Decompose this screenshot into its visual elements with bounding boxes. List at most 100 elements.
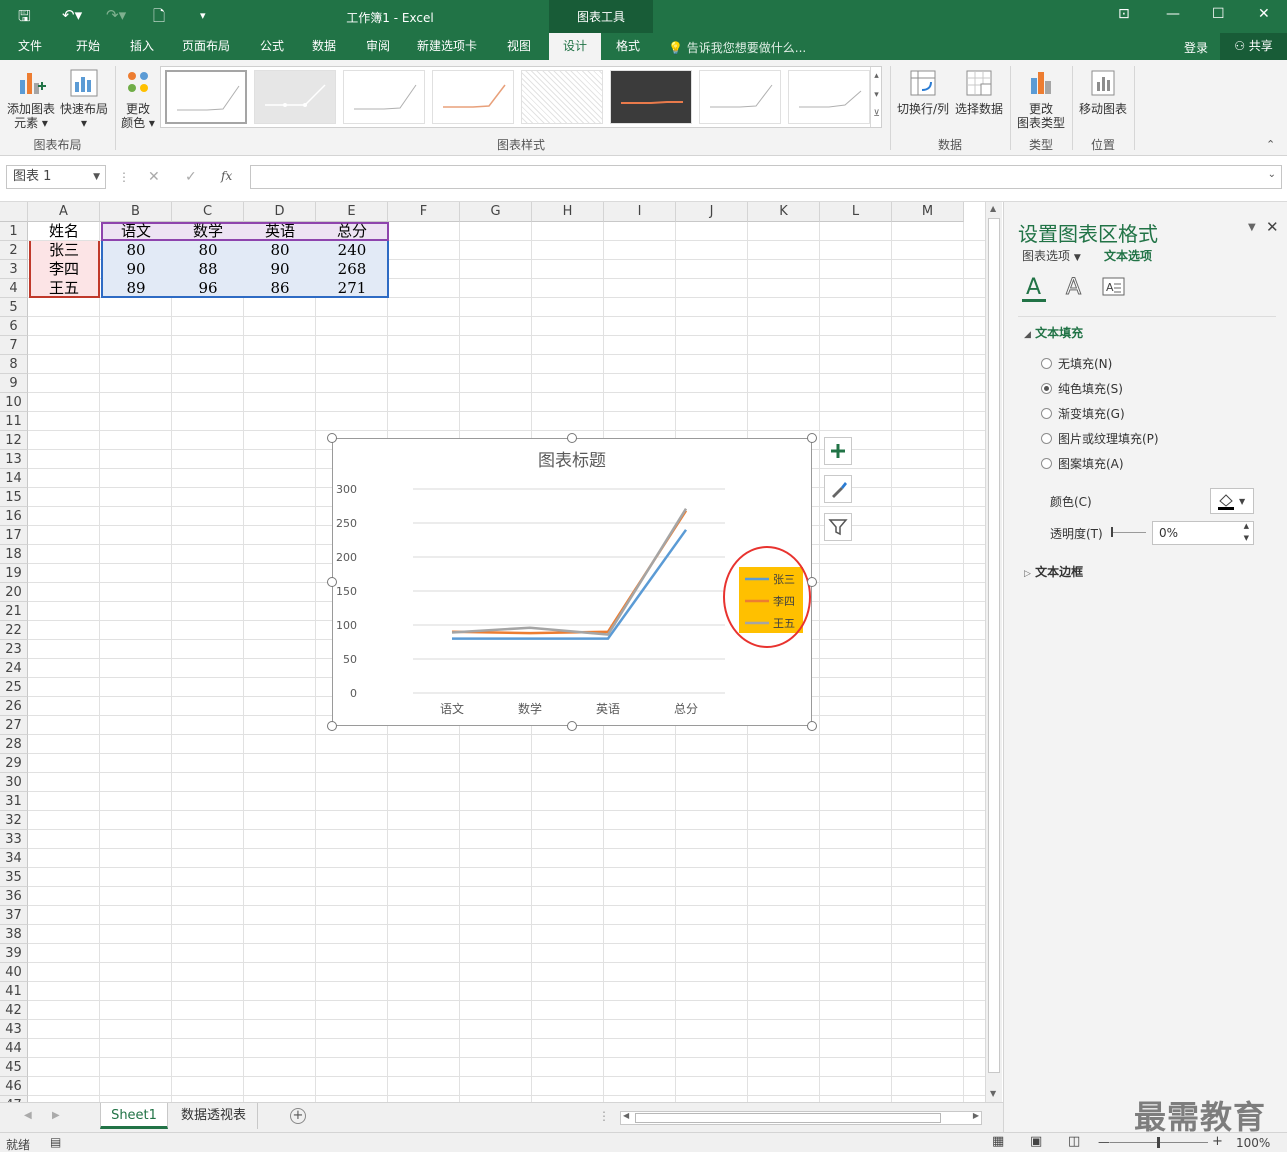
table-cell[interactable]: 80	[100, 241, 172, 260]
row-header[interactable]: 12	[0, 431, 28, 450]
row-header[interactable]: 27	[0, 716, 28, 735]
row-header[interactable]: 34	[0, 849, 28, 868]
chart-elements-button[interactable]	[824, 437, 852, 465]
tab-6[interactable]: 审阅	[364, 33, 392, 60]
resize-handle[interactable]	[327, 433, 337, 443]
row-header[interactable]: 45	[0, 1058, 28, 1077]
row-header[interactable]: 16	[0, 507, 28, 526]
row-header[interactable]: 1	[0, 222, 28, 241]
column-header[interactable]: L	[820, 202, 892, 222]
move-chart-button[interactable]: 移动图表	[1074, 68, 1132, 116]
chart-style-3[interactable]	[343, 70, 425, 124]
close-icon[interactable]: ✕	[1258, 6, 1270, 22]
row-header[interactable]: 14	[0, 469, 28, 488]
tab-0[interactable]: 文件	[16, 33, 44, 60]
table-cell[interactable]: 86	[244, 279, 316, 298]
row-header[interactable]: 6	[0, 317, 28, 336]
chart-style-1[interactable]	[165, 70, 247, 124]
row-header[interactable]: 30	[0, 773, 28, 792]
row-header[interactable]: 24	[0, 659, 28, 678]
chart-style-4[interactable]	[432, 70, 514, 124]
radio-button[interactable]	[1041, 358, 1052, 369]
section-text-fill[interactable]: ◢ 文本填充	[1024, 324, 1083, 341]
row-header[interactable]: 13	[0, 450, 28, 469]
change-colors-button[interactable]: 更改 颜色 ▾	[120, 68, 156, 130]
radio-button[interactable]	[1041, 458, 1052, 469]
fill-option[interactable]: 渐变填充(G)	[1041, 405, 1125, 422]
row-header[interactable]: 43	[0, 1020, 28, 1039]
row-header[interactable]: 26	[0, 697, 28, 716]
row-header[interactable]: 25	[0, 678, 28, 697]
scroll-up-icon[interactable]: ▲	[990, 204, 996, 213]
row-header[interactable]: 3	[0, 260, 28, 279]
row-header[interactable]: 17	[0, 526, 28, 545]
table-cell[interactable]: 90	[244, 260, 316, 279]
tab-10[interactable]: 格式	[608, 33, 648, 60]
line-chart[interactable]: 图表标题 0 50 100 150 200 250 300 语文 数学 英语 总分 张三 李四 王五	[332, 438, 812, 726]
row-header[interactable]: 46	[0, 1077, 28, 1096]
select-all-corner[interactable]	[0, 202, 28, 222]
row-header[interactable]: 35	[0, 868, 28, 887]
fill-option[interactable]: 无填充(N)	[1041, 355, 1112, 372]
row-header[interactable]: 40	[0, 963, 28, 982]
name-box[interactable]: 图表 1 ▼	[6, 165, 106, 189]
scroll-right-icon[interactable]: ▶	[973, 1111, 979, 1120]
table-header-cell[interactable]: 姓名	[28, 222, 100, 241]
expand-formula-icon[interactable]: ⌄	[1268, 169, 1276, 180]
row-header[interactable]: 37	[0, 906, 28, 925]
row-header[interactable]: 2	[0, 241, 28, 260]
quick-layout-button[interactable]: 快速布局 ▾	[58, 68, 110, 130]
chart-styles-button[interactable]	[824, 475, 852, 503]
textbox-tab[interactable]: A	[1102, 276, 1126, 300]
chart-legend[interactable]: 张三李四王五	[739, 567, 803, 633]
resize-handle[interactable]	[807, 721, 817, 731]
add-chart-element-button[interactable]: 添加图表 元素 ▾	[4, 68, 58, 130]
table-cell[interactable]: 90	[100, 260, 172, 279]
column-header[interactable]: M	[892, 202, 964, 222]
row-header[interactable]: 31	[0, 792, 28, 811]
row-header[interactable]: 21	[0, 602, 28, 621]
row-header[interactable]: 33	[0, 830, 28, 849]
tab-text-options[interactable]: 文本选项	[1104, 247, 1152, 264]
share-button[interactable]: ⚇ 共享	[1220, 33, 1287, 60]
insert-function-icon[interactable]: fx	[221, 169, 232, 183]
table-header-cell[interactable]: 语文	[100, 222, 172, 241]
column-header[interactable]: E	[316, 202, 388, 222]
tab-5[interactable]: 数据	[310, 33, 338, 60]
chart-title[interactable]: 图表标题	[538, 451, 606, 471]
fill-option[interactable]: 图案填充(A)	[1041, 455, 1124, 472]
radio-button[interactable]	[1041, 433, 1052, 444]
tell-me-search[interactable]: 💡 告诉我您想要做什么...	[668, 39, 806, 56]
gallery-scroll[interactable]: ▴ ▾ ⊻	[870, 67, 882, 127]
series-line[interactable]	[451, 508, 688, 636]
row-header[interactable]: 7	[0, 336, 28, 355]
row-header[interactable]: 22	[0, 621, 28, 640]
tab-1[interactable]: 开始	[74, 33, 102, 60]
sheet-tab-pivot[interactable]: 数据透视表	[170, 1103, 258, 1129]
column-header[interactable]: F	[388, 202, 460, 222]
row-header[interactable]: 29	[0, 754, 28, 773]
series-line[interactable]	[452, 529, 688, 640]
switch-row-column-button[interactable]: 切换行/列	[894, 68, 952, 116]
sheet-tab-sheet1[interactable]: Sheet1	[100, 1103, 168, 1129]
add-sheet-icon[interactable]: +	[290, 1108, 306, 1124]
text-effects-tab[interactable]: A	[1062, 274, 1086, 302]
column-header[interactable]: G	[460, 202, 532, 222]
chart-style-8[interactable]	[788, 70, 870, 124]
maximize-icon[interactable]: ☐	[1212, 6, 1225, 22]
row-header[interactable]: 23	[0, 640, 28, 659]
row-header[interactable]: 32	[0, 811, 28, 830]
radio-button[interactable]	[1041, 383, 1052, 394]
table-cell[interactable]: 张三	[28, 241, 100, 260]
chart-style-6[interactable]	[610, 70, 692, 124]
table-cell[interactable]: 240	[316, 241, 388, 260]
page-layout-view-icon[interactable]: ▣	[1030, 1134, 1042, 1149]
chart-style-5[interactable]	[521, 70, 603, 124]
tab-chart-options[interactable]: 图表选项 ▼	[1022, 247, 1081, 264]
scroll-left-icon[interactable]: ◀	[623, 1111, 629, 1120]
transparency-slider-thumb[interactable]	[1111, 527, 1113, 537]
column-header[interactable]: B	[100, 202, 172, 222]
series-line[interactable]	[451, 510, 688, 635]
text-fill-outline-tab[interactable]: A	[1022, 274, 1046, 302]
collapse-ribbon-icon[interactable]: ⌃	[1266, 138, 1275, 151]
